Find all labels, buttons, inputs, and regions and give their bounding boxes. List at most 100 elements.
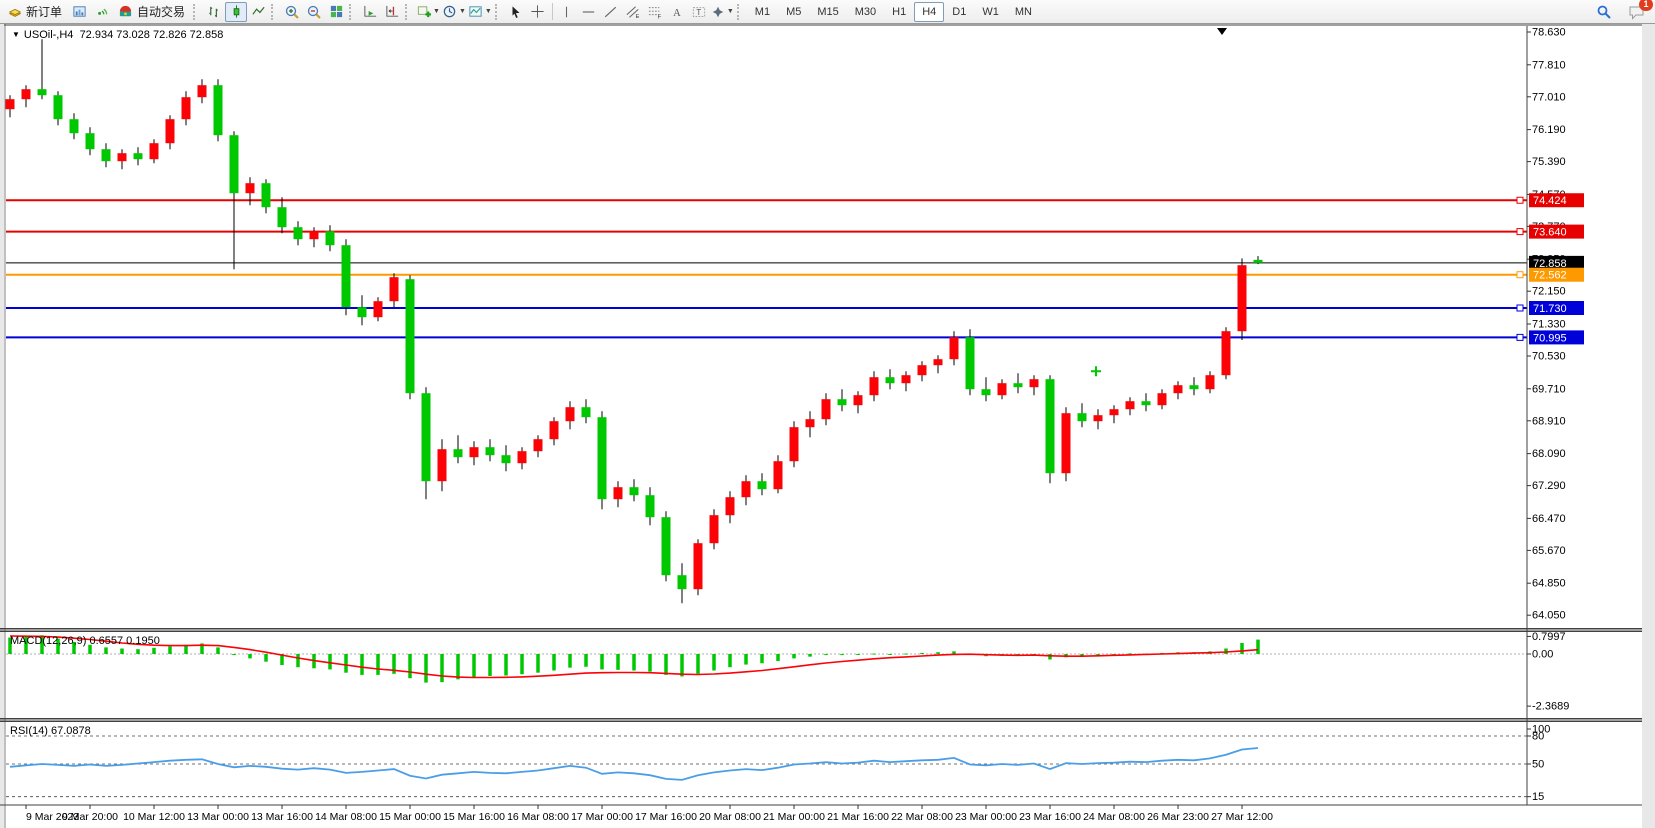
time-tick-label[interactable]: 24 Mar 08:00 xyxy=(1083,811,1145,823)
time-tick-label[interactable]: 20 Mar 08:00 xyxy=(699,811,761,823)
new-order-button[interactable]: 新订单 xyxy=(2,2,68,22)
label-button[interactable]: T xyxy=(688,2,710,22)
candlestick[interactable] xyxy=(982,389,991,395)
fibonacci-button[interactable]: F xyxy=(644,2,666,22)
candlestick[interactable] xyxy=(198,85,207,97)
panel-separator[interactable] xyxy=(0,628,1642,630)
candlestick[interactable] xyxy=(582,407,591,417)
candlestick[interactable] xyxy=(838,399,847,405)
horizontal-line-button[interactable] xyxy=(578,2,600,22)
candlestick[interactable] xyxy=(390,277,399,301)
candlestick[interactable] xyxy=(502,455,511,463)
chart-shift-button[interactable] xyxy=(381,2,403,22)
time-tick-label[interactable]: 17 Mar 00:00 xyxy=(571,811,633,823)
candlestick[interactable] xyxy=(22,89,31,99)
candlestick[interactable] xyxy=(662,517,671,575)
timeframe-m15-button[interactable]: M15 xyxy=(809,2,846,22)
candlestick[interactable] xyxy=(758,481,767,489)
line-chart-button[interactable] xyxy=(247,2,269,22)
price-chart-canvas[interactable]: 78.63077.81077.01076.19075.39074.57073.7… xyxy=(0,24,1642,828)
candlestick[interactable] xyxy=(262,183,271,207)
timeframe-mn-button[interactable]: MN xyxy=(1007,2,1040,22)
time-tick-label[interactable]: 15 Mar 16:00 xyxy=(443,811,505,823)
candlestick[interactable] xyxy=(1142,401,1151,405)
candlestick[interactable] xyxy=(870,377,879,395)
candlestick[interactable] xyxy=(70,119,79,133)
bar-chart-button[interactable] xyxy=(203,2,225,22)
time-tick-label[interactable]: 22 Mar 08:00 xyxy=(891,811,953,823)
candlestick[interactable] xyxy=(566,407,575,421)
time-tick-label[interactable]: 9 Mar 20:00 xyxy=(62,811,118,823)
candlestick[interactable] xyxy=(342,245,351,307)
candlestick[interactable] xyxy=(486,447,495,455)
candlestick[interactable] xyxy=(1158,393,1167,405)
candlestick[interactable] xyxy=(886,377,895,383)
line-handle[interactable] xyxy=(1517,229,1523,235)
candlestick[interactable] xyxy=(454,449,463,457)
panel-separator[interactable] xyxy=(0,721,1642,723)
cursor-button[interactable] xyxy=(505,2,527,22)
periods-button[interactable]: ▼ xyxy=(441,2,467,22)
candlestick[interactable] xyxy=(518,451,527,463)
candlestick[interactable] xyxy=(534,439,543,451)
time-tick-label[interactable]: 13 Mar 00:00 xyxy=(187,811,249,823)
line-handle[interactable] xyxy=(1517,197,1523,203)
candlestick[interactable] xyxy=(1174,385,1183,393)
panel-separator[interactable] xyxy=(0,631,1642,633)
candlestick[interactable] xyxy=(950,337,959,359)
candlestick[interactable] xyxy=(134,153,143,159)
search-button[interactable] xyxy=(1593,2,1615,22)
signals-button[interactable] xyxy=(90,2,112,22)
candlestick[interactable] xyxy=(678,575,687,589)
candlestick[interactable] xyxy=(86,133,95,149)
channel-button[interactable]: E xyxy=(622,2,644,22)
candlestick[interactable] xyxy=(710,515,719,543)
time-tick-label[interactable]: 21 Mar 16:00 xyxy=(827,811,889,823)
candlestick[interactable] xyxy=(54,95,63,119)
time-tick-label[interactable]: 15 Mar 00:00 xyxy=(379,811,441,823)
candlestick[interactable] xyxy=(550,421,559,439)
time-tick-label[interactable]: 10 Mar 12:00 xyxy=(123,811,185,823)
zoom-out-button[interactable] xyxy=(303,2,325,22)
candlestick[interactable] xyxy=(1190,385,1199,389)
candlestick[interactable] xyxy=(1254,260,1263,263)
candlestick[interactable] xyxy=(278,207,287,227)
time-tick-label[interactable]: 14 Mar 08:00 xyxy=(315,811,377,823)
candlestick[interactable] xyxy=(694,543,703,589)
candlestick[interactable] xyxy=(310,231,319,239)
candlestick[interactable] xyxy=(214,85,223,135)
templates-button[interactable]: ▼ xyxy=(467,2,493,22)
candlestick[interactable] xyxy=(406,279,415,393)
candlestick[interactable] xyxy=(1030,379,1039,387)
candlestick[interactable] xyxy=(646,495,655,517)
candlestick[interactable] xyxy=(742,481,751,497)
candlestick[interactable] xyxy=(1062,413,1071,473)
candlestick[interactable] xyxy=(1094,415,1103,421)
candlestick[interactable] xyxy=(150,143,159,159)
candlestick[interactable] xyxy=(902,375,911,383)
candlestick[interactable] xyxy=(630,487,639,495)
text-button[interactable]: A xyxy=(666,2,688,22)
candlestick[interactable] xyxy=(38,89,47,95)
candlestick[interactable] xyxy=(998,383,1007,395)
candlestick[interactable] xyxy=(726,497,735,515)
autotrading-button[interactable]: 自动交易 xyxy=(112,2,191,22)
candlestick[interactable] xyxy=(1238,265,1247,331)
candlestick[interactable] xyxy=(774,461,783,489)
candlestick[interactable] xyxy=(1110,409,1119,415)
trendline-button[interactable] xyxy=(600,2,622,22)
arrows-button[interactable]: ▼ xyxy=(710,2,735,22)
candlestick[interactable] xyxy=(470,447,479,457)
candlestick[interactable] xyxy=(806,419,815,427)
time-tick-label[interactable]: 26 Mar 23:00 xyxy=(1147,811,1209,823)
candlestick[interactable] xyxy=(918,365,927,375)
candlestick[interactable] xyxy=(614,487,623,499)
time-tick-label[interactable]: 21 Mar 00:00 xyxy=(763,811,825,823)
candlestick[interactable] xyxy=(1126,401,1135,409)
time-tick-label[interactable]: 13 Mar 16:00 xyxy=(251,811,313,823)
candlestick[interactable] xyxy=(934,359,943,365)
candlestick[interactable] xyxy=(1222,331,1231,375)
timeframe-w1-button[interactable]: W1 xyxy=(974,2,1007,22)
candlestick[interactable] xyxy=(1014,383,1023,387)
candlestick[interactable] xyxy=(374,301,383,317)
